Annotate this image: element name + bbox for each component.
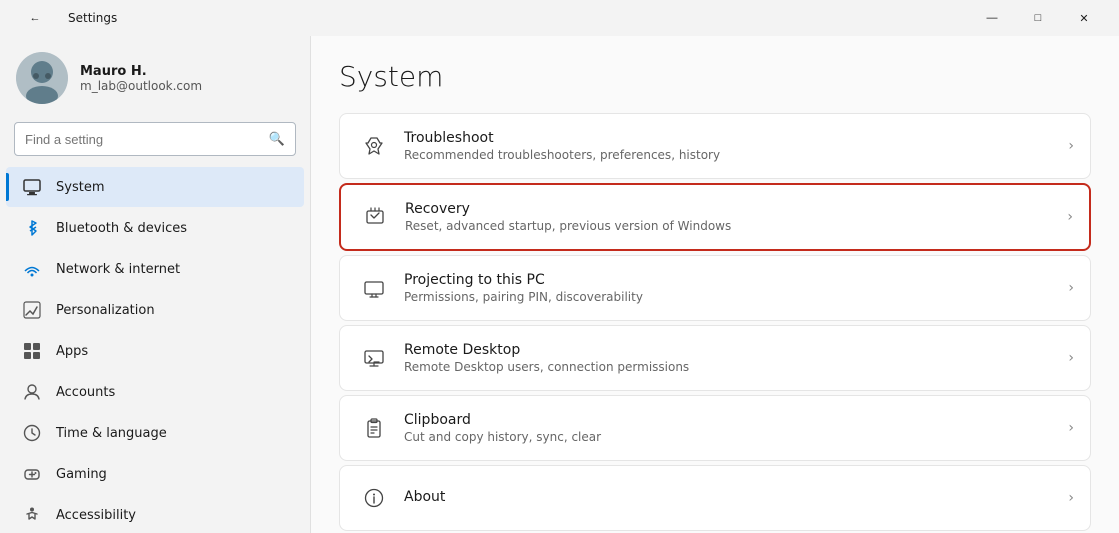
sidebar-item-personalization-label: Personalization <box>56 303 155 318</box>
about-card[interactable]: About › <box>339 465 1091 531</box>
projecting-text: Projecting to this PC Permissions, pairi… <box>392 272 1068 304</box>
sidebar-item-gaming[interactable]: Gaming <box>6 454 304 494</box>
avatar <box>16 52 68 104</box>
sidebar-item-network[interactable]: Network & internet <box>6 249 304 289</box>
sidebar-item-personalization[interactable]: Personalization <box>6 290 304 330</box>
recovery-title: Recovery <box>405 201 1055 217</box>
projecting-icon <box>356 270 392 306</box>
sidebar-item-system[interactable]: System <box>6 167 304 207</box>
clipboard-desc: Cut and copy history, sync, clear <box>404 430 1056 444</box>
search-input[interactable] <box>25 132 261 147</box>
accounts-icon <box>22 382 42 402</box>
sidebar-item-network-label: Network & internet <box>56 262 180 277</box>
troubleshoot-icon <box>356 128 392 164</box>
recovery-icon <box>357 199 393 235</box>
recovery-desc: Reset, advanced startup, previous versio… <box>405 219 1055 233</box>
accessibility-icon <box>22 505 42 525</box>
clipboard-title: Clipboard <box>404 412 1056 428</box>
clipboard-icon <box>356 410 392 446</box>
sidebar-item-apps-label: Apps <box>56 344 88 359</box>
settings-list: Troubleshoot Recommended troubleshooters… <box>339 113 1091 531</box>
about-chevron: › <box>1068 490 1074 506</box>
clipboard-chevron: › <box>1068 420 1074 436</box>
about-title: About <box>404 489 1056 505</box>
user-profile[interactable]: Mauro H. m_lab@outlook.com <box>0 36 310 116</box>
apps-icon <box>22 341 42 361</box>
projecting-card[interactable]: Projecting to this PC Permissions, pairi… <box>339 255 1091 321</box>
main-panel: System Troubleshoot Recommended troubles… <box>310 36 1119 533</box>
sidebar-item-accounts[interactable]: Accounts <box>6 372 304 412</box>
sidebar-nav: System Bluetooth & devices Network & int… <box>0 166 310 533</box>
sidebar-item-bluetooth-label: Bluetooth & devices <box>56 221 187 236</box>
about-icon <box>356 480 392 516</box>
title-bar-left: ← Settings <box>12 2 117 34</box>
window-controls: — □ ✕ <box>969 2 1107 34</box>
sidebar-item-time-label: Time & language <box>56 426 167 441</box>
projecting-title: Projecting to this PC <box>404 272 1056 288</box>
troubleshoot-desc: Recommended troubleshooters, preferences… <box>404 148 1056 162</box>
user-name: Mauro H. <box>80 64 202 79</box>
system-icon <box>22 177 42 197</box>
remote-desktop-icon <box>356 340 392 376</box>
search-box[interactable]: 🔍 <box>14 122 296 156</box>
search-container: 🔍 <box>0 116 310 166</box>
sidebar-item-system-label: System <box>56 180 104 195</box>
recovery-chevron: › <box>1067 209 1073 225</box>
back-button[interactable]: ← <box>12 2 58 34</box>
app-body: Mauro H. m_lab@outlook.com 🔍 System <box>0 36 1119 533</box>
maximize-button[interactable]: □ <box>1015 2 1061 34</box>
troubleshoot-title: Troubleshoot <box>404 130 1056 146</box>
recovery-text: Recovery Reset, advanced startup, previo… <box>393 201 1067 233</box>
clipboard-card[interactable]: Clipboard Cut and copy history, sync, cl… <box>339 395 1091 461</box>
close-button[interactable]: ✕ <box>1061 2 1107 34</box>
app-title: Settings <box>68 11 117 25</box>
about-text: About <box>392 489 1068 507</box>
recovery-card[interactable]: Recovery Reset, advanced startup, previo… <box>339 183 1091 251</box>
remote-desktop-title: Remote Desktop <box>404 342 1056 358</box>
sidebar-item-accessibility[interactable]: Accessibility <box>6 495 304 533</box>
user-email: m_lab@outlook.com <box>80 79 202 93</box>
sidebar-item-gaming-label: Gaming <box>56 467 107 482</box>
time-icon <box>22 423 42 443</box>
search-icon: 🔍 <box>269 132 285 147</box>
projecting-desc: Permissions, pairing PIN, discoverabilit… <box>404 290 1056 304</box>
avatar-image <box>16 52 68 104</box>
page-title: System <box>339 60 1091 93</box>
remote-desktop-card[interactable]: Remote Desktop Remote Desktop users, con… <box>339 325 1091 391</box>
network-icon <box>22 259 42 279</box>
remote-desktop-text: Remote Desktop Remote Desktop users, con… <box>392 342 1068 374</box>
title-bar: ← Settings — □ ✕ <box>0 0 1119 36</box>
sidebar: Mauro H. m_lab@outlook.com 🔍 System <box>0 36 310 533</box>
troubleshoot-card[interactable]: Troubleshoot Recommended troubleshooters… <box>339 113 1091 179</box>
sidebar-item-apps[interactable]: Apps <box>6 331 304 371</box>
sidebar-item-accounts-label: Accounts <box>56 385 115 400</box>
clipboard-text: Clipboard Cut and copy history, sync, cl… <box>392 412 1068 444</box>
bluetooth-icon <box>22 218 42 238</box>
minimize-button[interactable]: — <box>969 2 1015 34</box>
sidebar-item-time[interactable]: Time & language <box>6 413 304 453</box>
remote-desktop-chevron: › <box>1068 350 1074 366</box>
sidebar-item-bluetooth[interactable]: Bluetooth & devices <box>6 208 304 248</box>
remote-desktop-desc: Remote Desktop users, connection permiss… <box>404 360 1056 374</box>
troubleshoot-chevron: › <box>1068 138 1074 154</box>
projecting-chevron: › <box>1068 280 1074 296</box>
sidebar-item-accessibility-label: Accessibility <box>56 508 136 523</box>
personalization-icon <box>22 300 42 320</box>
gaming-icon <box>22 464 42 484</box>
user-info: Mauro H. m_lab@outlook.com <box>80 64 202 93</box>
troubleshoot-text: Troubleshoot Recommended troubleshooters… <box>392 130 1068 162</box>
